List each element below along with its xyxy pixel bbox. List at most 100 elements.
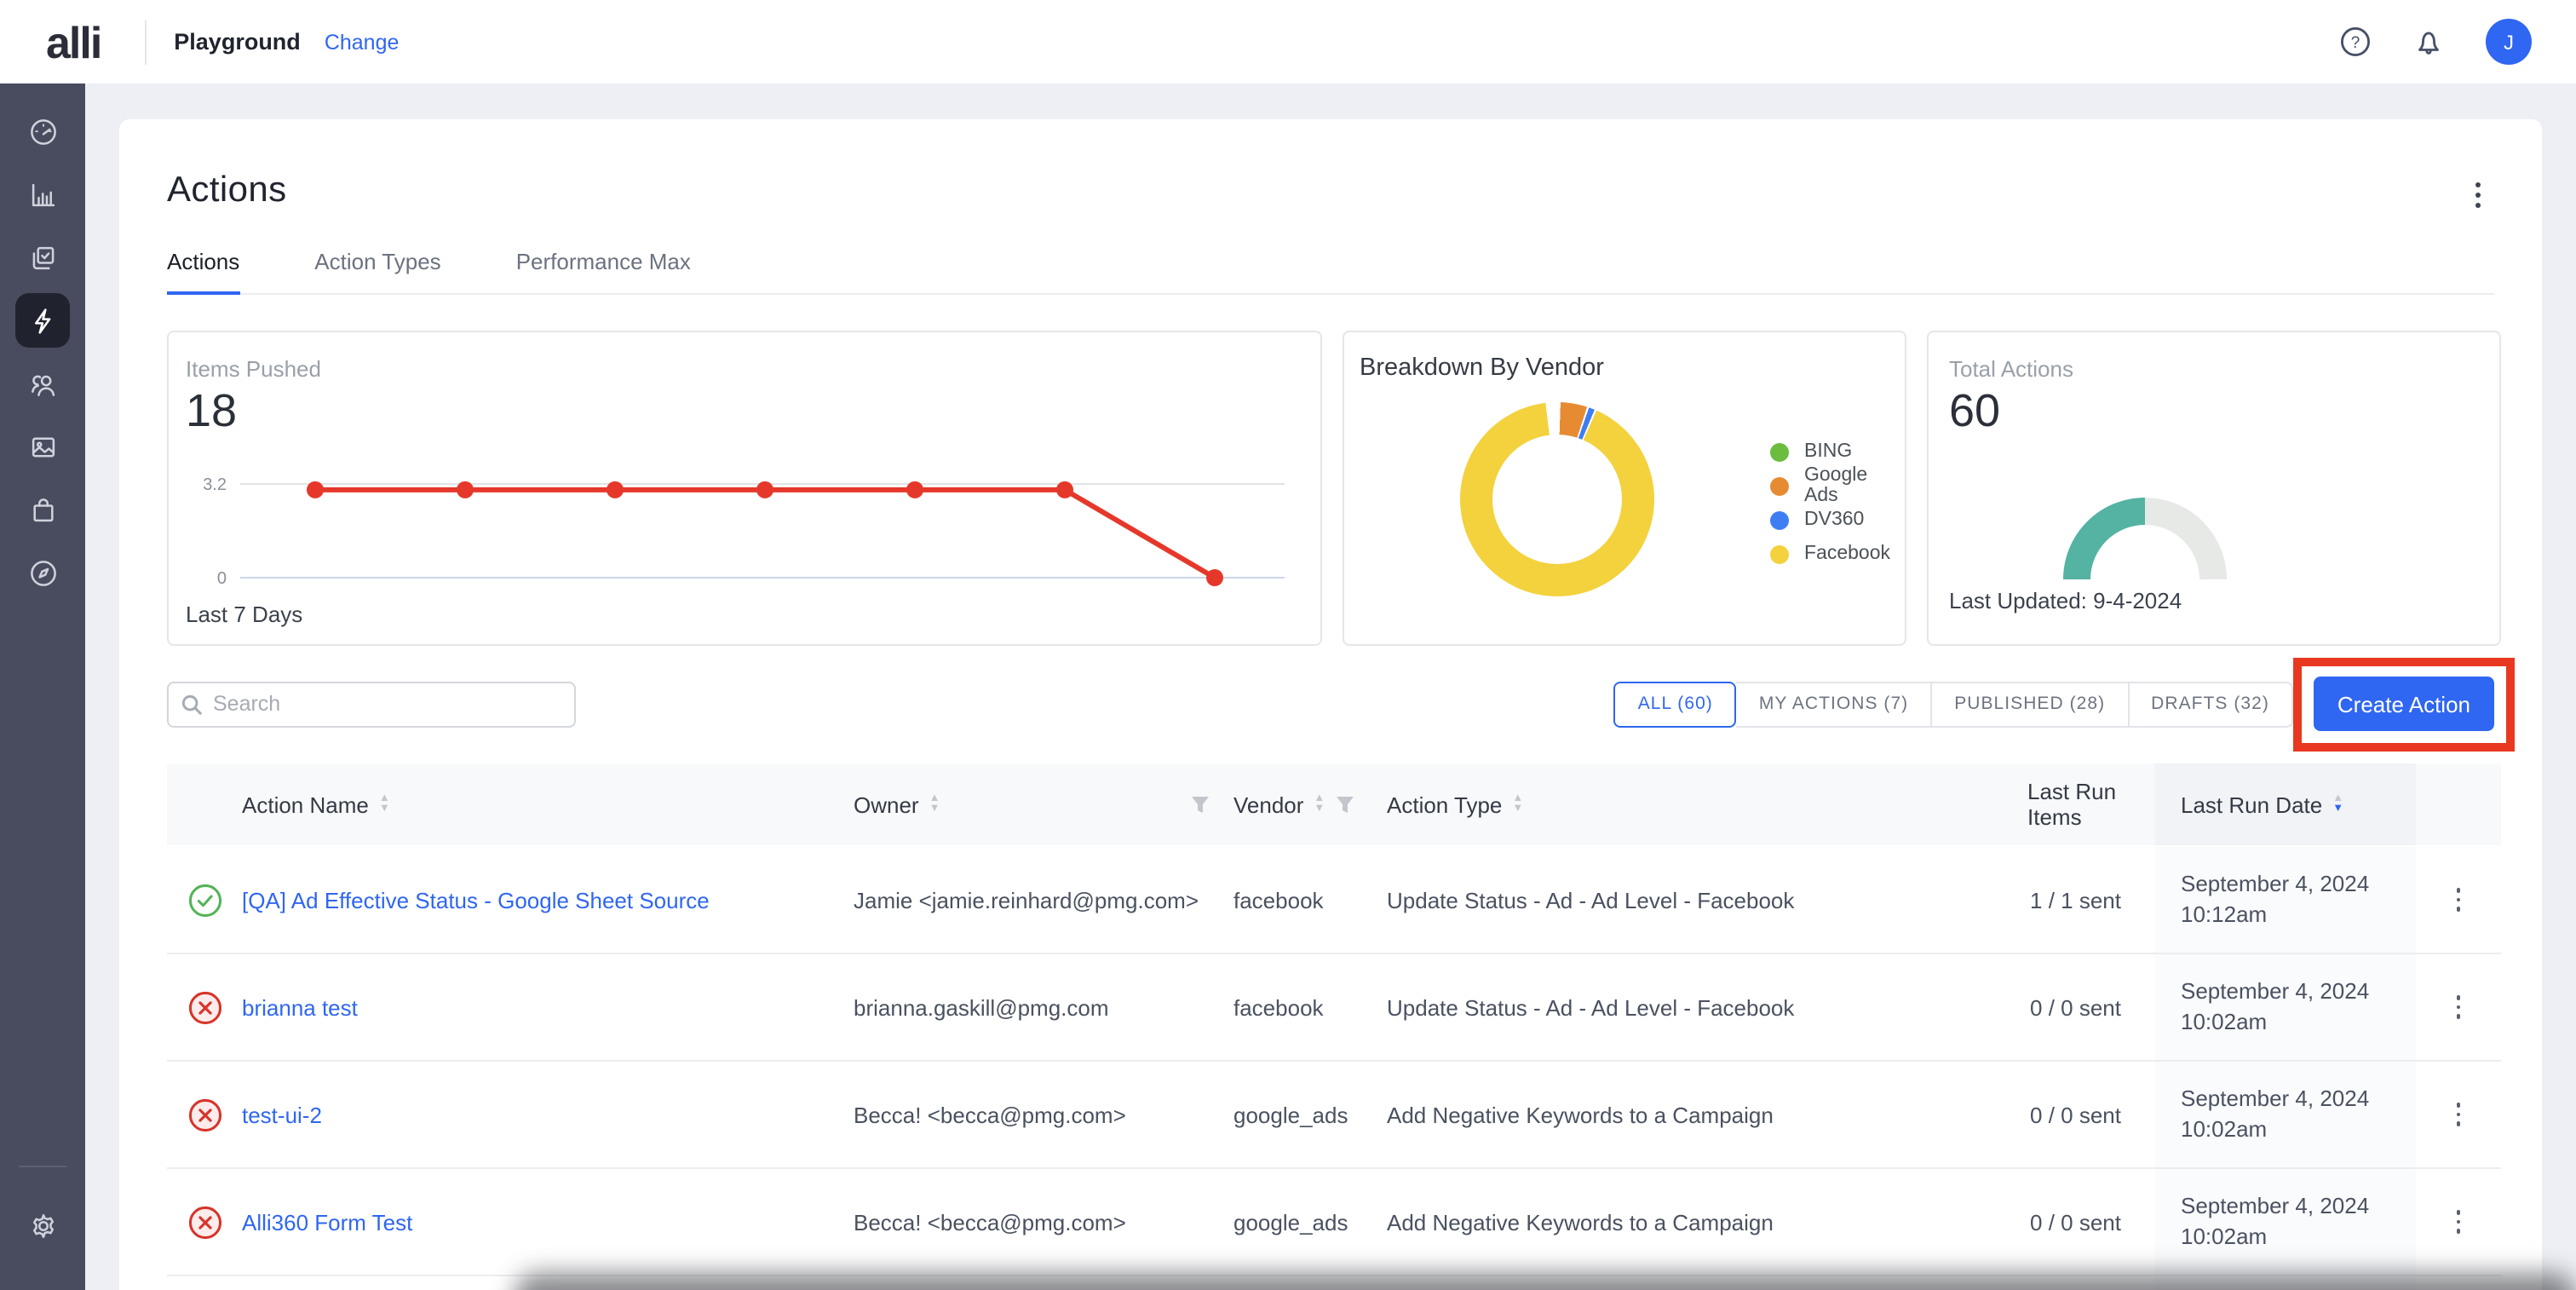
- create-action-button[interactable]: Create Action: [2314, 677, 2494, 731]
- table-row[interactable]: [QA] Ad Effective Status - Google Sheet …: [167, 845, 2501, 954]
- error-status-icon: [187, 1204, 222, 1240]
- col-owner[interactable]: Owner ▲▼: [854, 763, 1233, 845]
- total-actions-card: Total Actions 60 Last Updated: 9-4-2024: [1927, 331, 2501, 646]
- header-divider: [145, 20, 147, 64]
- sort-icon[interactable]: ▲▼: [1314, 794, 1325, 815]
- action-type-cell: Add Negative Keywords to a Campaign: [1387, 1062, 2024, 1167]
- vendor-cell: google_ads: [1233, 1169, 1387, 1275]
- status-cell: [167, 1062, 242, 1167]
- time-text: 10:02am: [2181, 1007, 2267, 1038]
- sidebar-item-explore[interactable]: [15, 545, 70, 600]
- table-toolbar: ALL (60)MY ACTIONS (7)PUBLISHED (28)DRAF…: [167, 677, 2494, 731]
- date-text: September 4, 2024: [2181, 976, 2369, 1007]
- sidebar-item-actions[interactable]: [15, 293, 70, 348]
- sidebar-item-commerce[interactable]: [15, 482, 70, 537]
- sidebar: [0, 84, 85, 1290]
- filter-drafts-32-[interactable]: DRAFTS (32): [2129, 681, 2293, 727]
- row-menu-button[interactable]: [2450, 1097, 2468, 1133]
- action-name-cell: brianna test: [242, 954, 854, 1060]
- action-name-link[interactable]: brianna test: [242, 994, 358, 1020]
- sidebar-item-reports[interactable]: [15, 167, 70, 222]
- vendor-donut-chart: [1460, 402, 1654, 596]
- legend-item: Google Ads: [1770, 469, 1905, 503]
- row-menu-button[interactable]: [2450, 989, 2468, 1026]
- filter-published-28-[interactable]: PUBLISHED (28): [1932, 681, 2129, 727]
- col-action-name[interactable]: Action Name ▲▼: [242, 763, 854, 845]
- status-cell: [167, 847, 242, 953]
- vendor-breakdown-title: Breakdown By Vendor: [1360, 354, 1604, 382]
- sidebar-item-creative[interactable]: [15, 419, 70, 474]
- sort-icon-active[interactable]: ▲▼: [2332, 794, 2343, 815]
- table-header: Action Name ▲▼ Owner ▲▼ Vendor ▲▼ Action…: [167, 763, 2501, 845]
- sidebar-item-audiences[interactable]: [15, 356, 70, 411]
- sort-icon[interactable]: ▲▼: [1512, 794, 1523, 815]
- legend-label: Google Ads: [1804, 465, 1905, 506]
- col-last-run-items-label: Last Run Items: [2027, 779, 2121, 830]
- col-last-run-date[interactable]: Last Run Date ▲▼: [2155, 763, 2416, 845]
- users-icon: [26, 367, 59, 400]
- tab-performance-max[interactable]: Performance Max: [516, 249, 691, 293]
- sort-icon[interactable]: ▲▼: [379, 794, 390, 815]
- vendor-cell: facebook: [1233, 954, 1387, 1060]
- action-name-cell: [QA] Ad Effective Status - Google Sheet …: [242, 847, 854, 953]
- menu-cell: [2416, 954, 2501, 1060]
- vendor-cell: google_ads: [1233, 1062, 1387, 1167]
- filter-group: ALL (60)MY ACTIONS (7)PUBLISHED (28)DRAF…: [1614, 681, 2293, 727]
- action-name-link[interactable]: test-ui-2: [242, 1102, 322, 1127]
- legend-label: Facebook: [1804, 544, 1890, 564]
- legend-item: DV360: [1770, 503, 1905, 537]
- legend-item: Facebook: [1770, 537, 1905, 571]
- stat-cards: Items Pushed 18 3.20 Last 7 Days Breakdo…: [167, 331, 2494, 646]
- vendor-breakdown-card: Breakdown By Vendor BINGGoogle AdsDV360F…: [1343, 331, 1906, 646]
- change-workspace-link[interactable]: Change: [325, 30, 400, 54]
- table-row[interactable]: test-ui-2 Becca! <becca@pmg.com> google_…: [167, 1062, 2501, 1169]
- date-text: September 4, 2024: [2181, 1084, 2369, 1114]
- app-logo[interactable]: alli: [46, 20, 101, 64]
- user-avatar[interactable]: J: [2486, 19, 2532, 65]
- col-vendor-label: Vendor: [1233, 792, 1303, 817]
- legend-label: DV360: [1804, 510, 1864, 530]
- row-menu-button[interactable]: [2450, 882, 2468, 919]
- legend-dot: [1770, 442, 1789, 461]
- owner-cell: Becca! <becca@pmg.com>: [854, 1169, 1233, 1275]
- items-pushed-footer: Last 7 Days: [186, 602, 302, 627]
- status-cell: [167, 1276, 242, 1290]
- sidebar-item-dashboard[interactable]: [15, 104, 70, 158]
- sidebar-item-tasks[interactable]: [15, 230, 70, 285]
- notifications-bell-icon[interactable]: [2412, 26, 2445, 58]
- sidebar-item-settings[interactable]: [15, 1198, 70, 1253]
- help-icon[interactable]: ?: [2339, 26, 2372, 58]
- owner-cell: Becca! <becca@pmg.com>: [854, 1062, 1233, 1167]
- filter-my-actions-7-[interactable]: MY ACTIONS (7): [1737, 681, 1932, 727]
- legend-dot: [1770, 544, 1789, 563]
- col-vendor[interactable]: Vendor ▲▼: [1233, 763, 1387, 845]
- search-box: [167, 681, 576, 727]
- col-action-type[interactable]: Action Type ▲▼: [1387, 763, 2024, 845]
- actions-panel: Actions ActionsAction TypesPerformance M…: [119, 119, 2542, 1290]
- image-icon: [26, 430, 59, 463]
- error-status-icon: [187, 1097, 222, 1132]
- bottom-overlay-shadow: [515, 1273, 2576, 1290]
- tab-actions[interactable]: Actions: [167, 249, 239, 293]
- search-input[interactable]: [167, 681, 576, 727]
- sidebar-divider: [19, 1166, 66, 1167]
- panel-menu-button[interactable]: [2460, 177, 2494, 211]
- action-name-link[interactable]: Alli360 Form Test: [242, 1209, 412, 1235]
- row-menu-button[interactable]: [2450, 1204, 2468, 1241]
- action-name-link[interactable]: [QA] Ad Effective Status - Google Sheet …: [242, 887, 710, 913]
- date-cell: September 4, 2024 10:02am: [2155, 954, 2416, 1060]
- tab-action-types[interactable]: Action Types: [314, 249, 440, 293]
- action-name-cell: test-ui-2: [242, 1062, 854, 1167]
- filter-all-60-[interactable]: ALL (60): [1614, 681, 1737, 727]
- items-pushed-card: Items Pushed 18 3.20 Last 7 Days: [167, 331, 1322, 646]
- time-text: 10:12am: [2181, 900, 2267, 930]
- sort-icon[interactable]: ▲▼: [929, 794, 940, 815]
- status-cell: [167, 954, 242, 1060]
- filter-funnel-icon[interactable]: [1335, 795, 1354, 814]
- filter-funnel-icon[interactable]: [1191, 795, 1210, 814]
- table-row[interactable]: Alli360 Form Test Becca! <becca@pmg.com>…: [167, 1169, 2501, 1276]
- col-last-run-items: Last Run Items: [2024, 763, 2155, 845]
- date-text: September 4, 2024: [2181, 869, 2369, 900]
- items-pushed-label: Items Pushed: [186, 356, 321, 382]
- table-row[interactable]: brianna test brianna.gaskill@pmg.com fac…: [167, 954, 2501, 1062]
